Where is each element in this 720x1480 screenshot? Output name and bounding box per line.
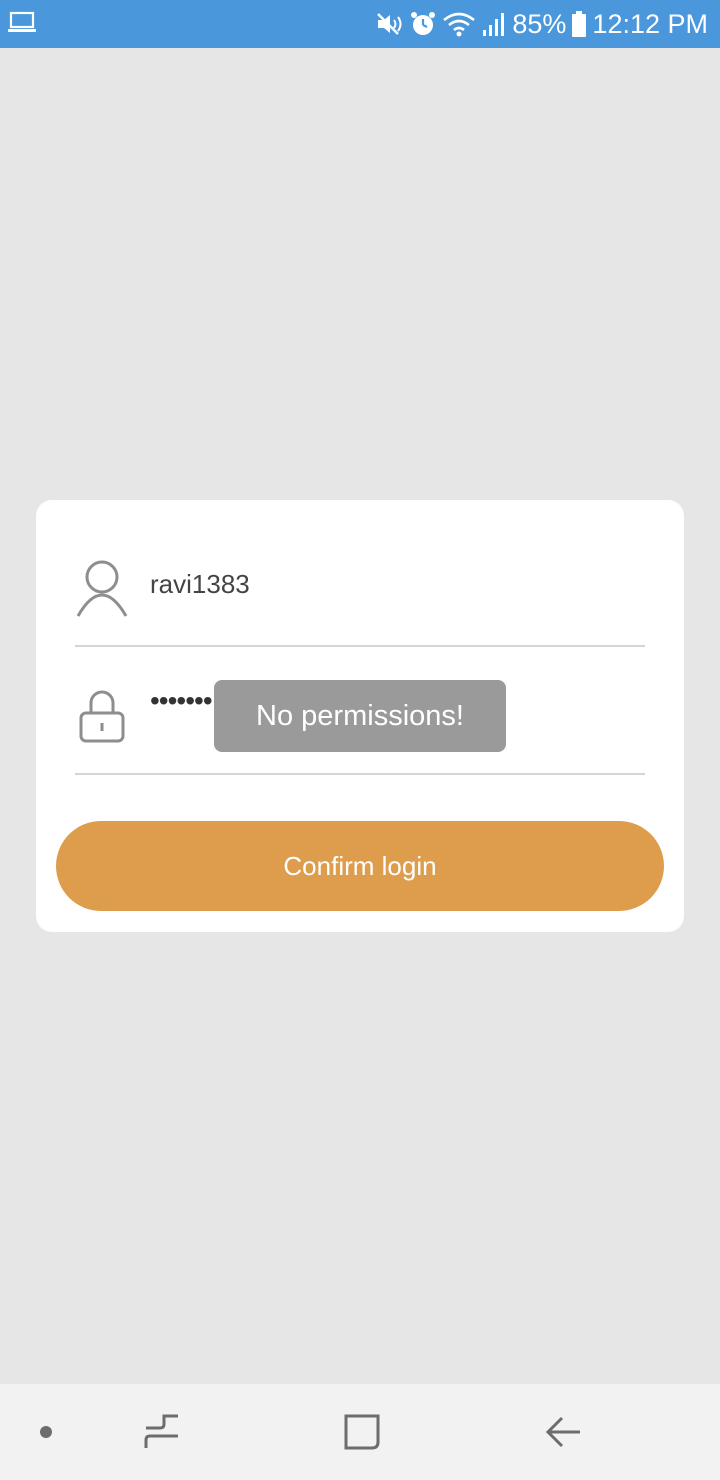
clock-time: 12:12 PM	[592, 8, 708, 39]
username-value: ravi1383	[150, 569, 250, 599]
alarm-icon	[410, 11, 436, 37]
mute-icon	[376, 12, 404, 36]
home-icon[interactable]	[342, 1412, 382, 1457]
wifi-icon	[442, 11, 476, 37]
back-icon[interactable]	[544, 1412, 584, 1457]
user-icon	[75, 557, 129, 617]
laptop-icon	[8, 11, 36, 38]
recent-apps-icon[interactable]	[142, 1412, 182, 1457]
lock-icon	[75, 685, 129, 745]
battery-icon	[572, 11, 587, 37]
navigation-bar	[0, 1384, 720, 1480]
dot-icon[interactable]	[38, 1424, 54, 1445]
status-bar: 85% 12:12 PM	[0, 0, 720, 48]
username-field[interactable]: ravi1383	[75, 547, 645, 647]
signal-icon	[482, 11, 506, 37]
password-value: •••••••	[150, 685, 213, 716]
battery-percent: 85%	[512, 8, 567, 39]
toast-message: No permissions!	[214, 680, 506, 752]
confirm-login-button[interactable]: Confirm login	[56, 821, 664, 911]
